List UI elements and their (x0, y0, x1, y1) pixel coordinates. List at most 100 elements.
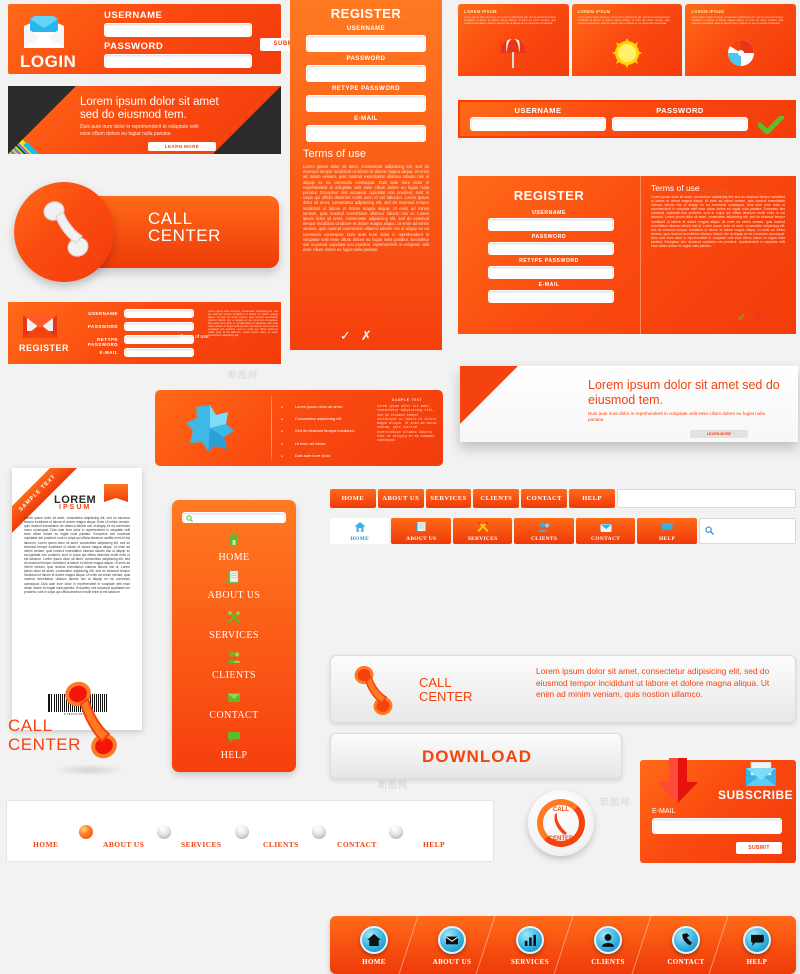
menu-item-about-us[interactable]: ABOUT US (377, 489, 424, 508)
footer-indicator-2[interactable] (235, 825, 249, 839)
folded-banner-learn-more-button[interactable]: LEARN MORE (690, 430, 748, 438)
menu-search-input[interactable] (616, 489, 796, 508)
register-panel-input-2[interactable] (488, 266, 614, 279)
footer-item-home[interactable]: HOME (33, 840, 58, 849)
icon-menu-search[interactable] (698, 518, 796, 544)
register-tall-input-1[interactable] (306, 65, 426, 82)
beach-umbrella-icon (500, 39, 527, 68)
call-center-wide-text: CALL CENTER (419, 676, 472, 704)
register-wide-input-0[interactable] (124, 309, 194, 318)
footer-indicator-4[interactable] (389, 825, 403, 839)
register-tall-input-2[interactable] (306, 95, 426, 112)
login-username-input[interactable] (104, 23, 252, 37)
register-panel-input-1[interactable] (488, 242, 614, 255)
icon-menu-item-about-us[interactable]: ABOUT US (391, 518, 451, 544)
chevron-nav-label: ABOUT US (432, 958, 472, 966)
register-panel-title: REGISTER (513, 188, 585, 203)
chevron-nav-item-services[interactable]: SERVICES (491, 926, 569, 966)
vertical-menu-item-services[interactable]: SERVICES (172, 610, 296, 641)
check-icon[interactable]: ✓ (340, 328, 361, 343)
check-icon[interactable]: ✓ (737, 310, 753, 324)
chevron-nav-label: HOME (362, 958, 386, 966)
footer-item-about-us[interactable]: ABOUT US (103, 840, 144, 849)
call-center-pill-text: CALL CENTER (148, 210, 221, 244)
call-center-badge[interactable]: CALL CENTER (528, 790, 594, 856)
register-wide-label-2: RETYPE PASSWORD (87, 337, 118, 347)
phone-handset-icon (554, 813, 567, 835)
users-icon (538, 522, 550, 532)
register-panel-terms: Terms of use Lorem ipsum dolor sit amet,… (640, 176, 796, 334)
vertical-menu-item-home[interactable]: HOME (172, 532, 296, 563)
vertical-menu-item-about-us[interactable]: ABOUT US (172, 570, 296, 601)
icon-menu-item-home[interactable]: HOME (330, 518, 390, 544)
chevron-nav-item-about-us[interactable]: ABOUT US (413, 926, 491, 966)
menu-item-clients[interactable]: CLIENTS (473, 489, 520, 508)
icon-menu-label: CONTACT (591, 536, 621, 542)
download-button[interactable]: DOWNLOAD (330, 733, 622, 779)
feature-card-2[interactable]: LOREM IPSUM Lorem ipsum dolor sit amet, … (685, 4, 797, 76)
speech-bubble-icon (743, 926, 771, 954)
menu-item-contact[interactable]: CONTACT (521, 489, 568, 508)
cross-icon[interactable]: ✗ (361, 328, 382, 343)
register-tall-input-3[interactable] (306, 125, 426, 142)
subscribe-submit-button[interactable]: SUBMIT (736, 842, 782, 854)
menu-item-services[interactable]: SERVICES (425, 489, 472, 508)
icon-menu-item-help[interactable]: HELP (637, 518, 697, 544)
envelope-icon (438, 926, 466, 954)
register-tall-input-0[interactable] (306, 35, 426, 52)
footer-indicator-0[interactable] (79, 825, 93, 839)
flyer-logo-line2: IPSUM (59, 504, 92, 511)
subscribe-email-input[interactable] (652, 818, 782, 834)
check-icon[interactable] (758, 116, 784, 134)
chevron-nav-item-contact[interactable]: CONTACT (647, 926, 725, 966)
chevron-nav-item-home[interactable]: HOME (335, 926, 413, 966)
register-wide-label-3: E-MAIL (99, 350, 118, 355)
register-panel-label-2: RETYPE PASSWORD (519, 258, 579, 264)
phone-icon (672, 926, 700, 954)
credentials-password-input[interactable] (612, 117, 748, 131)
register-tall-label-2: RETYPE PASSWORD (331, 86, 401, 92)
vertical-menu-item-help[interactable]: HELP (172, 730, 296, 761)
subscribe-title: SUBSCRIBE (718, 788, 794, 802)
footer-item-help[interactable]: HELP (423, 840, 445, 849)
chevron-nav-item-help[interactable]: HELP (718, 926, 796, 966)
credentials-username-input[interactable] (470, 117, 606, 131)
vertical-menu-search[interactable] (182, 512, 286, 523)
register-panel-input-3[interactable] (488, 290, 614, 303)
icon-menu-item-clients[interactable]: CLIENTS (514, 518, 574, 544)
register-panel-actions: ✓✗ (737, 310, 769, 324)
login-password-input[interactable] (104, 54, 252, 68)
footer-item-contact[interactable]: CONTACT (337, 840, 377, 849)
phone-handset-icon (354, 666, 393, 716)
footer-indicator-1[interactable] (157, 825, 171, 839)
star-card-divider (271, 394, 272, 462)
vertical-menu-item-clients[interactable]: CLIENTS (172, 650, 296, 681)
login-title: LOGIN (20, 52, 77, 71)
feature-card-body: Lorem ipsum dolor sit amet, consectetur … (691, 16, 784, 26)
register-panel-input-0[interactable] (488, 218, 614, 231)
chevron-nav-label: CLIENTS (591, 958, 625, 966)
magnifier-icon (705, 526, 714, 535)
icon-menu-item-services[interactable]: SERVICES (452, 518, 513, 544)
footer-item-services[interactable]: SERVICES (181, 840, 221, 849)
star-feature-card: Lorem ipsum dolor sit amet. Consectetur … (155, 390, 443, 466)
register-wide-terms-label[interactable]: Terms of use (180, 334, 209, 340)
register-wide-input-1[interactable] (124, 322, 194, 331)
register-wide-input-3[interactable] (124, 348, 194, 357)
menu-item-help[interactable]: HELP (569, 489, 615, 508)
footer-item-clients[interactable]: CLIENTS (263, 840, 299, 849)
vertical-menu-item-contact[interactable]: CONTACT (172, 690, 296, 721)
feature-card-1[interactable]: LOREM IPSUM Lorem ipsum dolor sit amet, … (571, 4, 683, 76)
register-wide-label-0: USERNAME (88, 311, 118, 316)
flyer-body-text: Lorem ipsum dolor sit amet, consectetur … (24, 516, 130, 594)
call-center-illustration-line1: CALL (8, 716, 53, 735)
cross-icon[interactable]: ✗ (753, 310, 769, 324)
chevron-nav-item-clients[interactable]: CLIENTS (569, 926, 647, 966)
feature-card-0[interactable]: LOREM IPSUM Lorem ipsum dolor sit amet, … (458, 4, 569, 76)
call-center-pill-widget[interactable]: CALL CENTER (8, 178, 283, 283)
icon-menu-item-contact[interactable]: CONTACT (575, 518, 636, 544)
footer-indicator-3[interactable] (312, 825, 326, 839)
feature-card-heading: LOREM IPSUM (691, 9, 725, 14)
menu-item-home[interactable]: HOME (330, 489, 376, 508)
stripe-banner-learn-more-button[interactable]: LEARN MORE (148, 142, 216, 151)
